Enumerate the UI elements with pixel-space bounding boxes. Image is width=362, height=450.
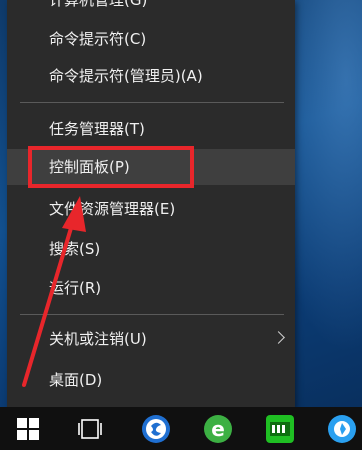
windows-start-icon [17,417,39,440]
sogou-browser-button[interactable] [136,407,176,450]
sogou-browser-icon [142,414,170,443]
arrow-head-icon [62,196,86,232]
blue-app-icon [328,414,356,443]
ie-style-browser-icon: e [204,414,232,443]
annotation-arrow [22,196,86,387]
iqiyi-button[interactable] [260,407,300,450]
ie-browser-button[interactable]: e [198,407,238,450]
task-view-button[interactable] [70,407,110,450]
blue-app-button[interactable] [322,407,362,450]
task-view-icon [78,418,102,439]
start-button[interactable] [8,407,48,450]
iqiyi-icon [266,414,294,443]
arrow-shaft [22,216,76,387]
taskbar: e [0,407,362,450]
svg-text:e: e [211,417,225,441]
